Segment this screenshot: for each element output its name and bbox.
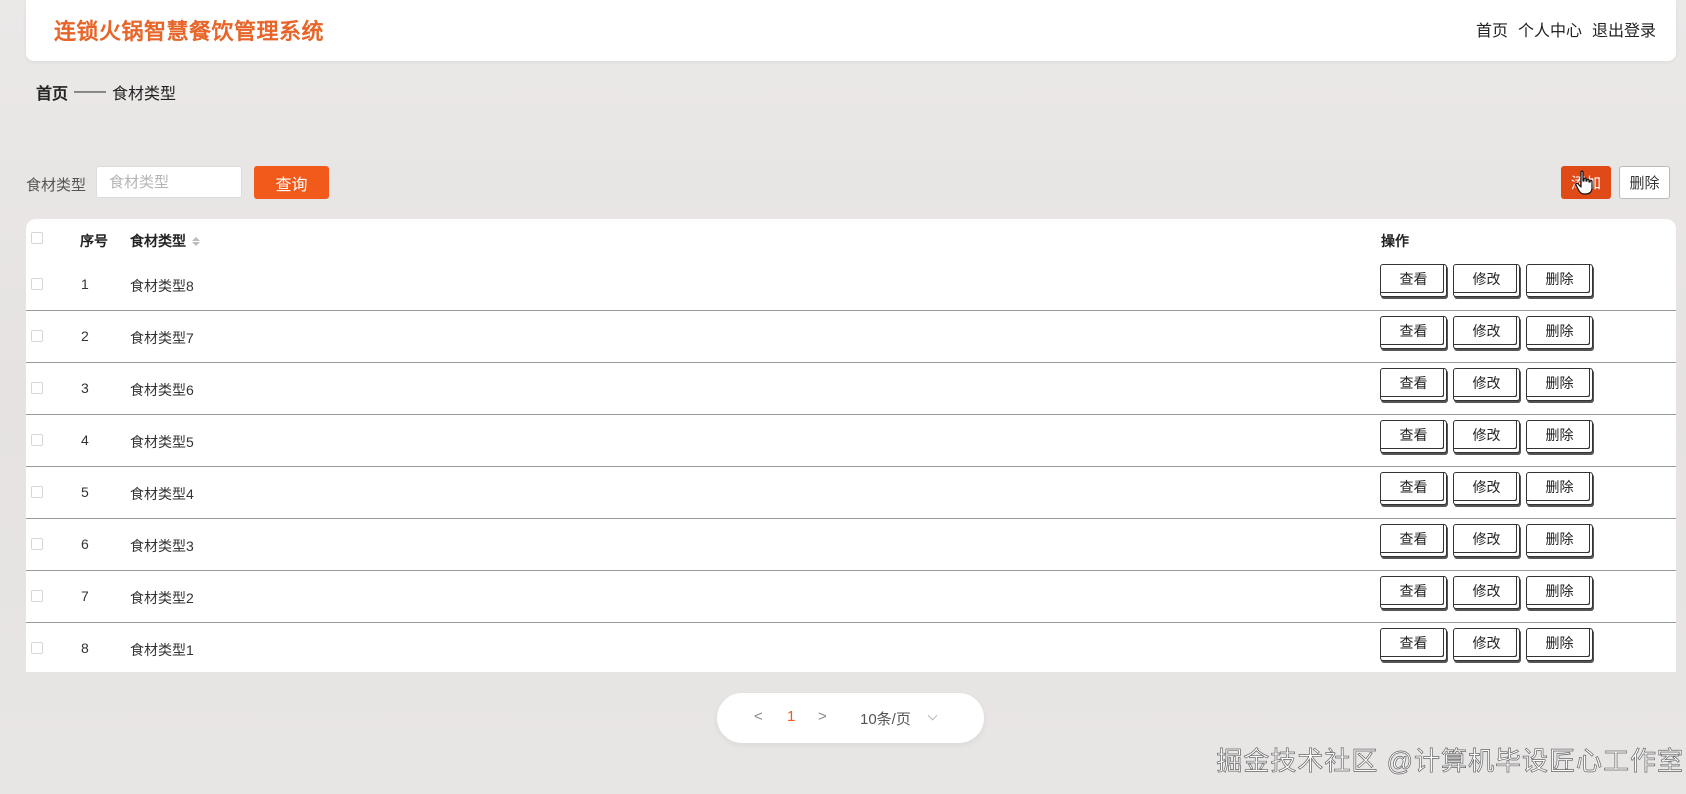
search-label: 食材类型 xyxy=(26,177,87,194)
sort-icon[interactable] xyxy=(192,236,200,246)
row-type: 食材类型4 xyxy=(130,486,194,502)
table-row: 2 食材类型7 查看 修改 删除 xyxy=(26,311,1676,363)
table-row: 1 食材类型8 查看 修改 删除 xyxy=(26,259,1676,311)
table-header: 序号 食材类型 操作 xyxy=(26,219,1676,259)
row-checkbox[interactable] xyxy=(31,278,43,290)
column-header-actions: 操作 xyxy=(1381,233,1409,249)
top-header: 连锁火锅智慧餐饮管理系统 首页 个人中心 退出登录 xyxy=(26,0,1676,61)
edit-button[interactable]: 修改 xyxy=(1453,576,1520,609)
breadcrumb-home[interactable]: 首页 xyxy=(36,80,68,104)
row-index: 1 xyxy=(81,276,89,292)
column-header-type-label: 食材类型 xyxy=(130,233,186,249)
edit-button[interactable]: 修改 xyxy=(1453,368,1520,401)
breadcrumb-separator: —— xyxy=(74,83,107,100)
search-input[interactable] xyxy=(96,166,242,198)
row-actions: 查看 修改 删除 xyxy=(1380,264,1593,297)
nav-home-link[interactable]: 首页 xyxy=(1476,17,1508,41)
food-type-table: 序号 食材类型 操作 1 食材类型8 查看 修改 删除 2 食材类型7 查看 修… xyxy=(26,219,1676,672)
row-checkbox[interactable] xyxy=(31,590,43,602)
row-checkbox[interactable] xyxy=(31,382,43,394)
row-index: 3 xyxy=(81,380,89,396)
nav-logout-link[interactable]: 退出登录 xyxy=(1592,17,1656,41)
table-row: 4 食材类型5 查看 修改 删除 xyxy=(26,415,1676,467)
row-type: 食材类型1 xyxy=(130,642,194,658)
add-button[interactable]: 添加 xyxy=(1561,166,1611,199)
delete-button[interactable]: 删除 xyxy=(1526,472,1593,505)
view-button[interactable]: 查看 xyxy=(1380,576,1447,609)
view-button[interactable]: 查看 xyxy=(1380,420,1447,453)
delete-button[interactable]: 删除 xyxy=(1526,420,1593,453)
edit-button[interactable]: 修改 xyxy=(1453,472,1520,505)
view-button[interactable]: 查看 xyxy=(1380,524,1447,557)
row-type: 食材类型8 xyxy=(130,278,194,294)
column-header-index: 序号 xyxy=(80,233,108,249)
row-actions: 查看 修改 删除 xyxy=(1380,576,1593,609)
batch-delete-button[interactable]: 删除 xyxy=(1619,166,1670,199)
row-actions: 查看 修改 删除 xyxy=(1380,368,1593,401)
table-row: 3 食材类型6 查看 修改 删除 xyxy=(26,363,1676,415)
view-button[interactable]: 查看 xyxy=(1380,316,1447,349)
row-index: 8 xyxy=(81,640,89,656)
row-checkbox[interactable] xyxy=(31,330,43,342)
row-actions: 查看 修改 删除 xyxy=(1380,316,1593,349)
edit-button[interactable]: 修改 xyxy=(1453,316,1520,349)
prev-page-button[interactable]: < xyxy=(754,708,763,725)
row-type: 食材类型2 xyxy=(130,590,194,606)
app-title: 连锁火锅智慧餐饮管理系统 xyxy=(54,19,325,44)
view-button[interactable]: 查看 xyxy=(1380,368,1447,401)
delete-button[interactable]: 删除 xyxy=(1526,628,1593,661)
row-index: 5 xyxy=(81,484,89,500)
row-actions: 查看 修改 删除 xyxy=(1380,420,1593,453)
table-row: 5 食材类型4 查看 修改 删除 xyxy=(26,467,1676,519)
edit-button[interactable]: 修改 xyxy=(1453,628,1520,661)
query-button[interactable]: 查询 xyxy=(254,166,329,199)
row-actions: 查看 修改 删除 xyxy=(1380,628,1593,661)
column-header-type[interactable]: 食材类型 xyxy=(130,231,200,251)
breadcrumb: 首页 —— 食材类型 xyxy=(36,80,176,104)
delete-button[interactable]: 删除 xyxy=(1526,264,1593,297)
row-index: 7 xyxy=(81,588,89,604)
nav-profile-link[interactable]: 个人中心 xyxy=(1518,17,1582,41)
row-index: 4 xyxy=(81,432,89,448)
delete-button[interactable]: 删除 xyxy=(1526,524,1593,557)
top-nav: 首页 个人中心 退出登录 xyxy=(1476,17,1656,41)
chevron-down-icon[interactable] xyxy=(927,710,938,721)
edit-button[interactable]: 修改 xyxy=(1453,264,1520,297)
table-row: 7 食材类型2 查看 修改 删除 xyxy=(26,571,1676,623)
row-checkbox[interactable] xyxy=(31,486,43,498)
select-all-checkbox[interactable] xyxy=(31,232,43,244)
edit-button[interactable]: 修改 xyxy=(1453,420,1520,453)
watermark: 掘金技术社区 @计算机毕设匠心工作室 xyxy=(1216,746,1684,777)
row-index: 2 xyxy=(81,328,89,344)
row-type: 食材类型6 xyxy=(130,382,194,398)
row-type: 食材类型3 xyxy=(130,538,194,554)
row-checkbox[interactable] xyxy=(31,434,43,446)
row-type: 食材类型7 xyxy=(130,330,194,346)
row-checkbox[interactable] xyxy=(31,642,43,654)
delete-button[interactable]: 删除 xyxy=(1526,316,1593,349)
delete-button[interactable]: 删除 xyxy=(1526,576,1593,609)
next-page-button[interactable]: > xyxy=(818,708,827,725)
row-type: 食材类型5 xyxy=(130,434,194,450)
view-button[interactable]: 查看 xyxy=(1380,472,1447,505)
row-index: 6 xyxy=(81,536,89,552)
breadcrumb-current: 食材类型 xyxy=(112,86,177,103)
current-page-number[interactable]: 1 xyxy=(787,708,795,725)
table-row: 6 食材类型3 查看 修改 删除 xyxy=(26,519,1676,571)
page-size-select[interactable]: 10条/页 xyxy=(860,708,911,729)
view-button[interactable]: 查看 xyxy=(1380,628,1447,661)
row-actions: 查看 修改 删除 xyxy=(1380,524,1593,557)
row-actions: 查看 修改 删除 xyxy=(1380,472,1593,505)
delete-button[interactable]: 删除 xyxy=(1526,368,1593,401)
edit-button[interactable]: 修改 xyxy=(1453,524,1520,557)
view-button[interactable]: 查看 xyxy=(1380,264,1447,297)
pagination: < 1 > 10条/页 xyxy=(717,693,984,743)
row-checkbox[interactable] xyxy=(31,538,43,550)
table-row: 8 食材类型1 查看 修改 删除 xyxy=(26,623,1676,675)
